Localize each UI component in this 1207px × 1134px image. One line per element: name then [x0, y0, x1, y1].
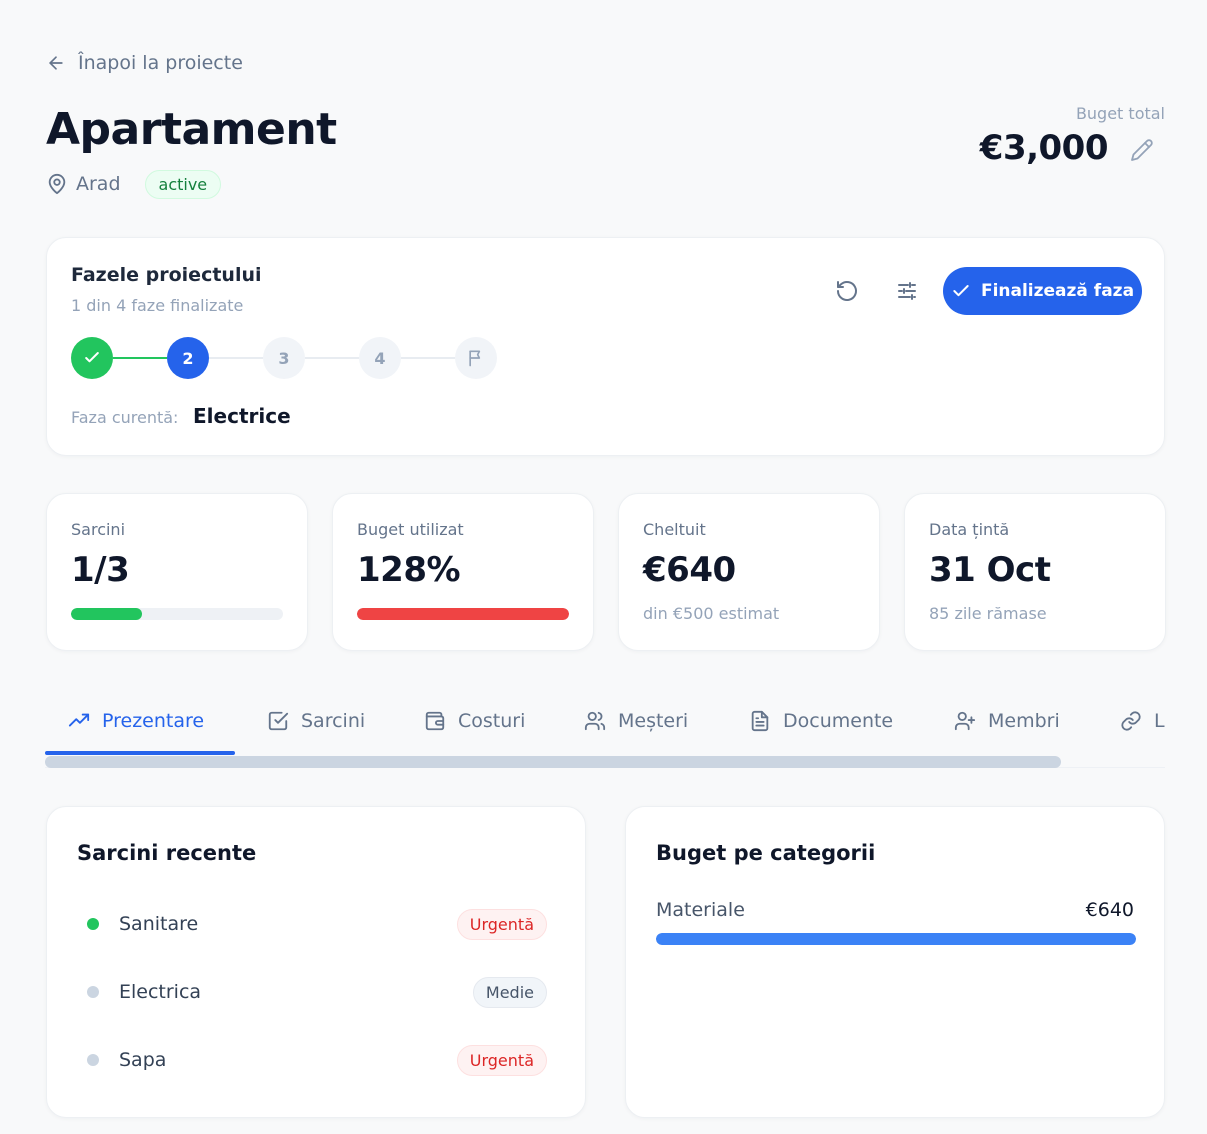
- current-phase-value: Electrice: [193, 404, 291, 428]
- priority-badge: Urgentă: [456, 908, 547, 940]
- location-text: Arad: [76, 173, 121, 195]
- tab-tasks[interactable]: Sarcini: [267, 694, 365, 748]
- trending-up-icon: [68, 713, 90, 727]
- stat-subtext: din €500 estimat: [643, 604, 780, 623]
- reset-phase-button[interactable]: [829, 273, 865, 309]
- sliders-icon: [898, 282, 916, 300]
- arrow-left-icon: [49, 56, 63, 70]
- phase-step-final[interactable]: [455, 337, 497, 379]
- task-name: Sanitare: [119, 913, 199, 935]
- project-title: Apartament: [46, 104, 337, 155]
- tab-label: L: [1154, 710, 1165, 732]
- tab-overview[interactable]: Prezentare: [68, 694, 204, 748]
- back-link-label: Înapoi la proiecte: [78, 52, 243, 74]
- wallet-icon: [425, 711, 445, 731]
- recent-tasks-title: Sarcini recente: [77, 841, 257, 865]
- back-link[interactable]: Înapoi la proiecte: [46, 50, 243, 76]
- map-pin-icon: [48, 173, 66, 195]
- finish-phase-label: Finalizează faza: [980, 281, 1135, 301]
- status-badge: active: [144, 169, 222, 199]
- phase-connector-1: [113, 357, 167, 359]
- budget-by-category-card: Buget pe categorii Materiale €640: [625, 806, 1165, 1118]
- document-icon: [751, 710, 769, 732]
- tab-costs[interactable]: Costuri: [424, 694, 525, 748]
- task-name: Sapa: [119, 1049, 167, 1071]
- stat-label: Buget utilizat: [357, 520, 464, 539]
- category-bar-fill: [656, 933, 1136, 945]
- pencil-icon[interactable]: [1130, 138, 1154, 162]
- stat-card-spent: Cheltuit €640 din €500 estimat: [618, 493, 880, 651]
- tab-label: Prezentare: [102, 710, 205, 732]
- tabs-scrollbar[interactable]: [45, 756, 1061, 768]
- check-icon: [953, 285, 969, 297]
- phase-step-4[interactable]: 4: [359, 337, 401, 379]
- checkbox-icon: [268, 711, 289, 731]
- priority-badge: Urgentă: [456, 1044, 547, 1076]
- phase-connector-2: [209, 357, 263, 359]
- budget-total-value: €3,000: [979, 128, 1109, 168]
- flag-icon: [469, 350, 481, 367]
- current-phase-label: Faza curentă:: [71, 408, 179, 427]
- phase-step-1[interactable]: [71, 337, 113, 379]
- finish-phase-button[interactable]: Finalizează faza: [943, 267, 1142, 315]
- tab-label: Costuri: [458, 710, 526, 732]
- stat-label: Sarcini: [71, 520, 126, 539]
- phases-subtitle: 1 din 4 faze finalizate: [71, 296, 244, 315]
- tab-links[interactable]: L: [1120, 694, 1165, 748]
- phase-step-2[interactable]: 2: [167, 337, 209, 379]
- stat-card-budget-used: Buget utilizat 128%: [332, 493, 594, 651]
- project-tabs: Prezentare Sarcini Costuri Meșteri Docum…: [46, 694, 1165, 754]
- status-dot: [87, 1054, 99, 1066]
- status-dot: [87, 918, 99, 930]
- stat-value: €640: [643, 550, 736, 590]
- budget-progress-bar: [357, 608, 569, 620]
- list-item[interactable]: Electrica Medie: [87, 975, 547, 1009]
- tab-label: Membri: [988, 710, 1060, 732]
- stat-value: 31 Oct: [929, 550, 1051, 590]
- tab-label: Documente: [783, 710, 894, 732]
- phase-connector-3: [305, 357, 359, 359]
- recent-tasks-card: Sarcini recente Sanitare Urgentă Electri…: [46, 806, 586, 1118]
- active-tab-indicator: [45, 751, 235, 755]
- adjust-phases-button[interactable]: [889, 273, 925, 309]
- tab-members[interactable]: Membri: [954, 694, 1060, 748]
- stat-value: 1/3: [71, 550, 130, 590]
- phases-title: Fazele proiectului: [71, 264, 262, 286]
- phases-card: Fazele proiectului 1 din 4 faze finaliza…: [46, 237, 1165, 456]
- stat-label: Cheltuit: [643, 520, 706, 539]
- list-item[interactable]: Sapa Urgentă: [87, 1043, 547, 1077]
- check-icon: [85, 352, 99, 363]
- tasks-progress-bar: [71, 608, 283, 620]
- stat-subtext: 85 zile rămase: [929, 604, 1047, 623]
- users-icon: [584, 711, 606, 731]
- list-item[interactable]: Sanitare Urgentă: [87, 907, 547, 941]
- tab-documents[interactable]: Documente: [749, 694, 893, 748]
- budget-total-label: Buget total: [1075, 104, 1165, 123]
- task-name: Electrica: [119, 981, 202, 1003]
- category-name: Materiale: [656, 899, 745, 921]
- user-plus-icon: [954, 711, 976, 731]
- tasks-progress-fill: [71, 608, 142, 620]
- stat-card-target-date: Data țintă 31 Oct 85 zile rămase: [904, 493, 1166, 651]
- budget-progress-fill: [357, 608, 569, 620]
- rotate-ccw-icon: [837, 281, 857, 301]
- tab-label: Meșteri: [618, 710, 689, 732]
- stat-value: 128%: [357, 550, 461, 590]
- priority-badge: Medie: [472, 976, 547, 1008]
- category-value: €640: [1085, 899, 1134, 921]
- link-icon: [1121, 711, 1141, 731]
- status-dot: [87, 986, 99, 998]
- category-bar: [656, 933, 1136, 945]
- stat-card-tasks: Sarcini 1/3: [46, 493, 308, 651]
- tab-craftsmen[interactable]: Meșteri: [584, 694, 688, 748]
- budget-by-category-title: Buget pe categorii: [656, 841, 876, 865]
- phase-step-3[interactable]: 3: [263, 337, 305, 379]
- stat-label: Data țintă: [929, 520, 1010, 539]
- project-location: Arad active: [46, 168, 222, 200]
- tab-label: Sarcini: [301, 710, 366, 732]
- phase-connector-4: [401, 357, 455, 359]
